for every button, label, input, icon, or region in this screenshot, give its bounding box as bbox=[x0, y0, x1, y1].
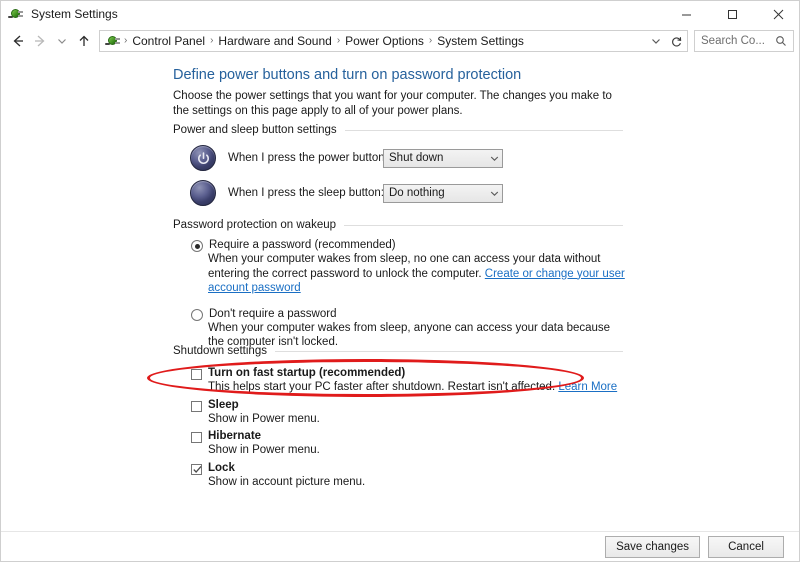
window-title: System Settings bbox=[31, 1, 663, 27]
group-divider bbox=[275, 351, 623, 352]
checkbox-lock-row[interactable]: Lock bbox=[173, 462, 628, 474]
page-title: Define power buttons and turn on passwor… bbox=[173, 67, 521, 83]
checkbox-fast-startup-description: This helps start your PC faster after sh… bbox=[208, 380, 628, 395]
group-title: Power and sleep button settings bbox=[173, 124, 345, 136]
up-arrow-icon[interactable] bbox=[73, 29, 95, 53]
checkbox-fast-startup-label: Turn on fast startup (recommended) bbox=[208, 367, 405, 379]
chevron-down-icon bbox=[486, 189, 502, 198]
radio-dont-require-password-label: Don't require a password bbox=[209, 308, 336, 320]
breadcrumb[interactable]: › Control Panel › Hardware and Sound › P… bbox=[99, 30, 667, 52]
title-bar: System Settings bbox=[1, 1, 800, 27]
group-divider bbox=[344, 225, 623, 226]
radio-dont-require-password-row[interactable]: Don't require a password bbox=[173, 308, 628, 320]
forward-arrow-icon bbox=[29, 29, 51, 53]
radio-require-password-label: Require a password (recommended) bbox=[209, 239, 396, 251]
checkbox-sleep-description: Show in Power menu. bbox=[208, 412, 628, 427]
power-plug-icon bbox=[8, 6, 24, 22]
checkbox-hibernate[interactable] bbox=[191, 432, 202, 443]
sleep-button-setting-row: When I press the sleep button: Do nothin… bbox=[173, 180, 623, 206]
group-title: Password protection on wakeup bbox=[173, 219, 344, 231]
checkbox-hibernate-description: Show in Power menu. bbox=[208, 443, 628, 458]
power-button-setting-row: When I press the power button: Shut down bbox=[173, 145, 623, 171]
sleep-button-action-value: Do nothing bbox=[389, 187, 486, 199]
page-description: Choose the power settings that you want … bbox=[173, 89, 623, 119]
save-changes-button[interactable]: Save changes bbox=[605, 536, 700, 558]
power-button-icon bbox=[190, 145, 216, 171]
breadcrumb-item-system-settings[interactable]: System Settings bbox=[433, 31, 528, 51]
power-button-label: When I press the power button: bbox=[228, 152, 383, 164]
group-power-and-sleep: Power and sleep button settings When I p… bbox=[173, 124, 623, 206]
power-plug-icon-breadcrumb bbox=[105, 33, 121, 49]
description-text: This helps start your PC faster after sh… bbox=[208, 381, 558, 393]
group-header-power-and-sleep: Power and sleep button settings bbox=[173, 124, 623, 136]
checkbox-sleep-row[interactable]: Sleep bbox=[173, 399, 628, 411]
radio-require-password-description: When your computer wakes from sleep, no … bbox=[208, 252, 628, 296]
recent-locations-chevron-icon[interactable] bbox=[51, 29, 73, 53]
power-button-action-select[interactable]: Shut down bbox=[383, 149, 503, 168]
checkbox-fast-startup[interactable] bbox=[191, 369, 202, 380]
power-button-action-value: Shut down bbox=[389, 152, 486, 164]
breadcrumb-item-power-options[interactable]: Power Options bbox=[341, 31, 428, 51]
checkbox-lock[interactable] bbox=[191, 464, 202, 475]
sleep-button-action-select[interactable]: Do nothing bbox=[383, 184, 503, 203]
sleep-button-label: When I press the sleep button: bbox=[228, 187, 383, 199]
address-bar: › Control Panel › Hardware and Sound › P… bbox=[1, 27, 800, 55]
cancel-button[interactable]: Cancel bbox=[708, 536, 784, 558]
checkbox-fast-startup-row[interactable]: Turn on fast startup (recommended) bbox=[173, 367, 628, 379]
close-icon[interactable] bbox=[755, 1, 800, 27]
group-shutdown-settings: Shutdown settings Turn on fast startup (… bbox=[173, 345, 628, 489]
group-divider bbox=[345, 130, 623, 131]
group-header-password-protection: Password protection on wakeup bbox=[173, 219, 623, 231]
footer-bar: Save changes Cancel bbox=[1, 532, 800, 562]
window-controls bbox=[663, 1, 800, 27]
radio-require-password[interactable] bbox=[191, 240, 203, 252]
checkbox-sleep-label: Sleep bbox=[208, 399, 239, 411]
checkbox-hibernate-row[interactable]: Hibernate bbox=[173, 430, 628, 442]
maximize-icon[interactable] bbox=[709, 1, 755, 27]
group-password-protection: Password protection on wakeup Require a … bbox=[173, 219, 628, 350]
breadcrumb-item-control-panel[interactable]: Control Panel bbox=[128, 31, 209, 51]
sleep-button-icon bbox=[190, 180, 216, 206]
checkbox-sleep[interactable] bbox=[191, 401, 202, 412]
refresh-icon[interactable] bbox=[666, 30, 688, 52]
radio-dont-require-password[interactable] bbox=[191, 309, 203, 321]
address-chevron-down-icon[interactable] bbox=[648, 31, 664, 51]
search-placeholder: Search Co... bbox=[695, 35, 775, 47]
minimize-icon[interactable] bbox=[663, 1, 709, 27]
chevron-down-icon bbox=[486, 154, 502, 163]
group-header-shutdown-settings: Shutdown settings bbox=[173, 345, 623, 357]
checkbox-lock-description: Show in account picture menu. bbox=[208, 475, 628, 490]
group-title: Shutdown settings bbox=[173, 345, 275, 357]
checkbox-hibernate-label: Hibernate bbox=[208, 430, 261, 442]
search-input[interactable]: Search Co... bbox=[694, 30, 794, 52]
search-icon[interactable] bbox=[775, 35, 793, 47]
learn-more-link[interactable]: Learn More bbox=[558, 381, 617, 393]
system-settings-window: System Settings bbox=[0, 0, 800, 562]
radio-require-password-row[interactable]: Require a password (recommended) bbox=[173, 239, 628, 251]
checkbox-lock-label: Lock bbox=[208, 462, 235, 474]
breadcrumb-item-hardware-and-sound[interactable]: Hardware and Sound bbox=[214, 31, 335, 51]
back-arrow-icon[interactable] bbox=[7, 29, 29, 53]
